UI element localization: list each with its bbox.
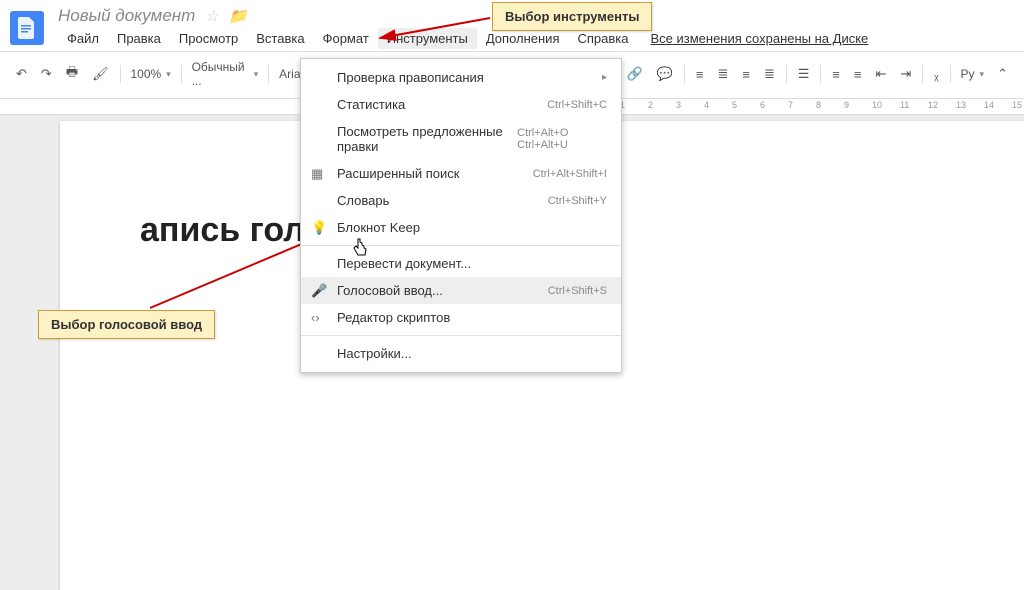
menu-separator xyxy=(301,335,621,336)
script-icon: ‹› xyxy=(311,310,320,325)
menu-item-review[interactable]: Посмотреть предложенные правки Ctrl+Alt+… xyxy=(301,118,621,160)
menu-item-translate[interactable]: Перевести документ... xyxy=(301,250,621,277)
microphone-icon: 🎤 xyxy=(311,283,327,299)
menu-item-label: Редактор скриптов xyxy=(337,310,450,325)
menu-item-voice[interactable]: 🎤 Голосовой ввод... Ctrl+Shift+S xyxy=(301,277,621,304)
menu-item-settings[interactable]: Настройки... xyxy=(301,340,621,367)
chevron-right-icon: ▸ xyxy=(602,72,607,83)
menu-item-search[interactable]: ▦ Расширенный поиск Ctrl+Alt+Shift+I xyxy=(301,160,621,187)
menu-separator xyxy=(301,245,621,246)
menu-item-label: Статистика xyxy=(337,97,405,112)
search-icon: ▦ xyxy=(311,166,323,182)
menu-item-label: Посмотреть предложенные правки xyxy=(337,124,517,154)
menu-item-script[interactable]: ‹› Редактор скриптов xyxy=(301,304,621,331)
menu-item-dict[interactable]: Словарь Ctrl+Shift+Y xyxy=(301,187,621,214)
shortcut-label: Ctrl+Shift+S xyxy=(548,285,607,297)
shortcut-label: Ctrl+Shift+Y xyxy=(548,195,607,207)
menu-item-label: Словарь xyxy=(337,193,389,208)
tools-dropdown: Проверка правописания ▸ Статистика Ctrl+… xyxy=(300,58,622,373)
shortcut-label: Ctrl+Shift+C xyxy=(547,99,607,111)
menu-item-label: Расширенный поиск xyxy=(337,166,459,181)
menu-item-stats[interactable]: Статистика Ctrl+Shift+C xyxy=(301,91,621,118)
cursor-pointer-icon xyxy=(352,238,368,261)
menu-item-spellcheck[interactable]: Проверка правописания ▸ xyxy=(301,64,621,91)
bulb-icon: 💡 xyxy=(311,220,327,236)
menu-item-label: Проверка правописания xyxy=(337,70,484,85)
menu-item-label: Настройки... xyxy=(337,346,412,361)
menu-item-label: Голосовой ввод... xyxy=(337,283,443,298)
callout-tools: Выбор инструменты xyxy=(492,2,652,31)
menu-item-label: Блокнот Keep xyxy=(337,220,420,235)
shortcut-label: Ctrl+Alt+Shift+I xyxy=(533,168,607,180)
menu-item-keep[interactable]: 💡 Блокнот Keep xyxy=(301,214,621,241)
shortcut-label: Ctrl+Alt+O Ctrl+Alt+U xyxy=(517,127,607,151)
callout-voice: Выбор голосовой ввод xyxy=(38,310,215,339)
